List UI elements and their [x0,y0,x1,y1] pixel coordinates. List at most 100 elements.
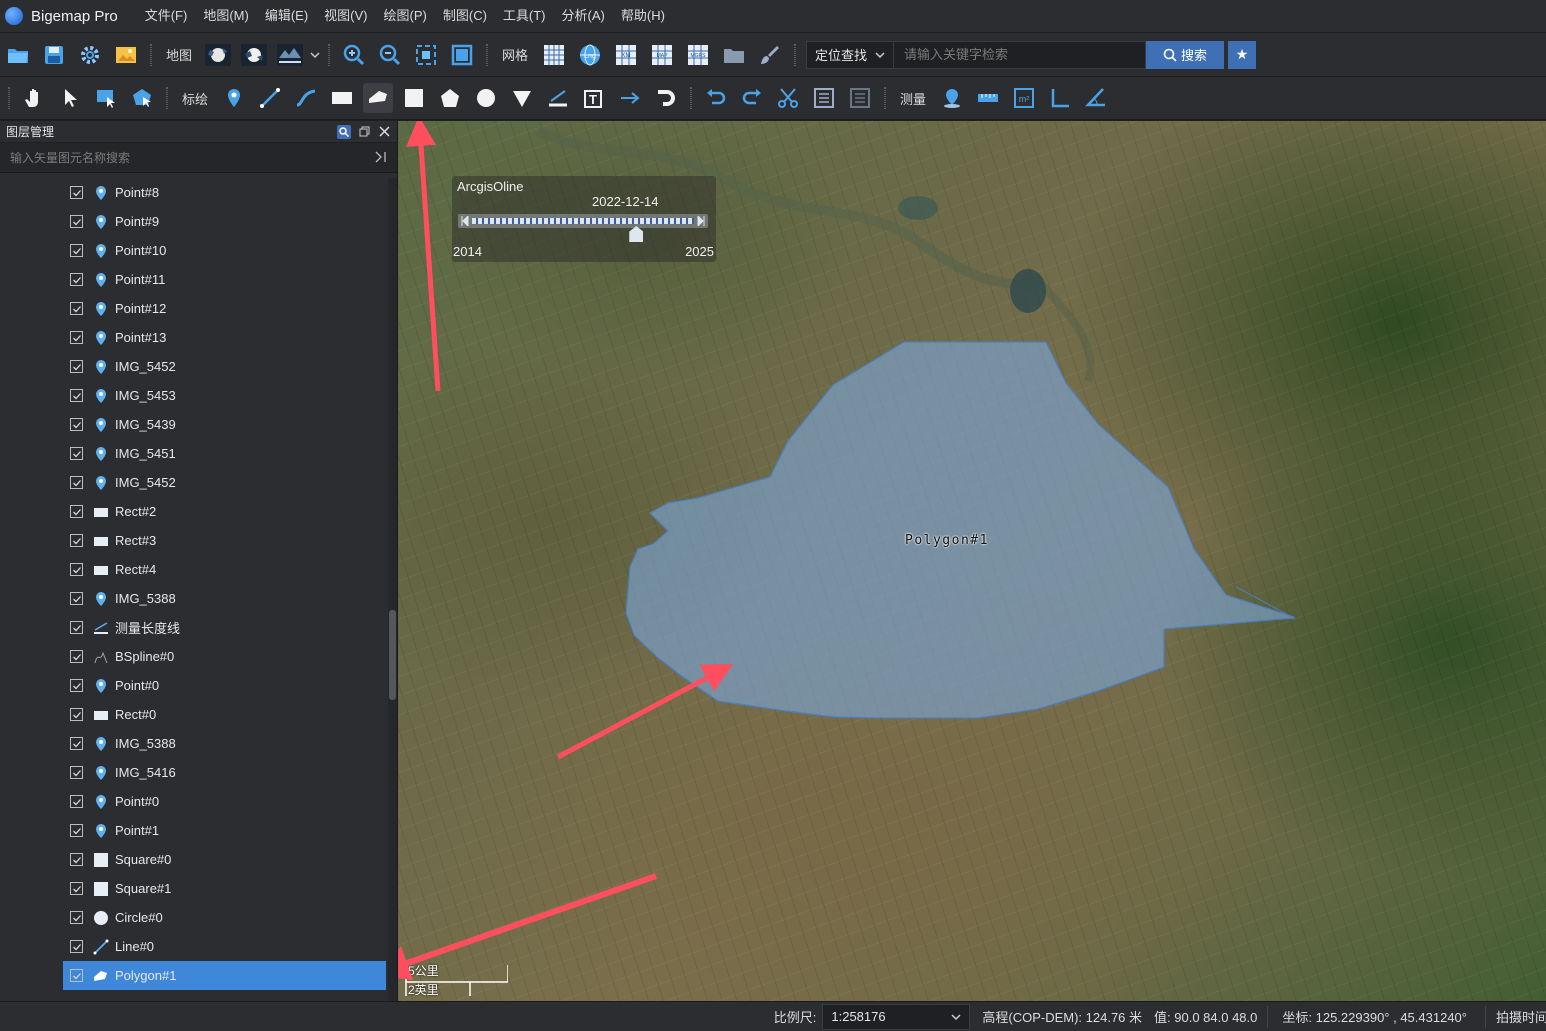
draw-pentagon-icon[interactable] [435,83,465,113]
layer-item[interactable]: IMG_5388 [0,729,388,758]
layer-visibility-checkbox[interactable] [70,505,83,518]
zoom-extent-icon[interactable] [411,40,441,70]
draw-circle-icon[interactable] [471,83,501,113]
draw-line-icon[interactable] [255,83,285,113]
layer-visibility-checkbox[interactable] [70,650,83,663]
layer-search-input[interactable] [10,150,350,165]
draw-measure-line-icon[interactable] [543,83,573,113]
menu-edit[interactable]: 编辑(E) [257,0,316,32]
measure-height-icon[interactable] [1045,83,1075,113]
layer-visibility-checkbox[interactable] [70,563,83,576]
grid-mapsheet-icon[interactable]: MAP [647,40,677,70]
layer-item[interactable]: Square#0 [0,845,388,874]
menu-file[interactable]: 文件(F) [137,0,196,32]
draw-arrow-icon[interactable] [615,83,645,113]
draw-bend-arrow-icon[interactable] [651,83,681,113]
measure-coordinate-icon[interactable] [937,83,967,113]
layer-item[interactable]: BSpline#0 [0,642,388,671]
image-icon[interactable] [111,40,141,70]
draw-curve-icon[interactable] [291,83,321,113]
layer-visibility-checkbox[interactable] [70,795,83,808]
draw-sector-icon[interactable] [507,83,537,113]
layer-visibility-checkbox[interactable] [70,244,83,257]
layer-visibility-checkbox[interactable] [70,940,83,953]
layer-visibility-checkbox[interactable] [70,476,83,489]
grid-mgrs-icon[interactable]: MGRS [683,40,713,70]
grid-icon[interactable] [539,40,569,70]
layer-item[interactable]: Polygon#1 [63,961,386,990]
layer-list-scrollbar[interactable] [388,178,397,1001]
keyword-search-input[interactable] [894,40,1147,69]
map-thumb-2-icon[interactable] [239,40,269,70]
menu-help[interactable]: 帮助(H) [613,0,673,32]
layer-visibility-checkbox[interactable] [70,186,83,199]
layer-item[interactable]: Rect#3 [0,526,388,555]
layer-item[interactable]: Rect#0 [0,700,388,729]
settings-gear-icon[interactable] [75,40,105,70]
open-folder-icon[interactable] [3,40,33,70]
collapse-panel-icon[interactable] [375,150,387,166]
layer-item[interactable]: IMG_5453 [0,381,388,410]
folder-gray-icon[interactable] [719,40,749,70]
layer-visibility-checkbox[interactable] [70,534,83,547]
layer-item[interactable]: Point#1 [0,816,388,845]
favorite-star-icon[interactable]: ★ [1228,40,1257,69]
locate-select[interactable]: 定位查找 [806,40,895,69]
scale-select[interactable]: 1:258176 [822,1003,971,1030]
map-thumb-3-icon[interactable] [275,40,305,70]
layer-item[interactable]: IMG_5416 [0,758,388,787]
layer-visibility-checkbox[interactable] [70,737,83,750]
scrollbar-thumb[interactable] [389,610,396,700]
layer-item[interactable]: Rect#2 [0,497,388,526]
map-dropdown-chevron-icon[interactable] [308,40,322,70]
globe-lng-icon[interactable]: Lng [575,40,605,70]
draw-square-icon[interactable] [399,83,429,113]
layer-item[interactable]: Line#0 [0,932,388,961]
measure-angle-icon[interactable] [1081,83,1111,113]
menu-draw[interactable]: 绘图(P) [376,0,435,32]
layer-item[interactable]: IMG_5388 [0,584,388,613]
layer-visibility-checkbox[interactable] [70,621,83,634]
save-icon[interactable] [39,40,69,70]
layer-item[interactable]: Point#8 [0,178,388,207]
layer-visibility-checkbox[interactable] [70,360,83,373]
layer-visibility-checkbox[interactable] [70,447,83,460]
layer-visibility-checkbox[interactable] [70,969,83,982]
zoom-in-icon[interactable] [339,40,369,70]
select-box-icon[interactable] [91,83,121,113]
map-view[interactable]: ArcgisOline 2022-12-14 2014 2025 Polygon… [398,121,1546,1001]
layer-visibility-checkbox[interactable] [70,911,83,924]
layer-visibility-checkbox[interactable] [70,708,83,721]
layer-item[interactable]: Point#9 [0,207,388,236]
layer-item[interactable]: IMG_5439 [0,410,388,439]
cut-scissors-icon[interactable] [773,83,803,113]
layer-visibility-checkbox[interactable] [70,273,83,286]
layer-visibility-checkbox[interactable] [70,302,83,315]
layer-visibility-checkbox[interactable] [70,418,83,431]
layer-item[interactable]: 测量长度线 [0,613,388,642]
layer-item[interactable]: Point#12 [0,294,388,323]
layer-visibility-checkbox[interactable] [70,882,83,895]
measure-distance-icon[interactable] [973,83,1003,113]
menu-map[interactable]: 地图(M) [195,0,257,32]
redo-icon[interactable] [737,83,767,113]
layer-item[interactable]: Point#10 [0,236,388,265]
layer-visibility-checkbox[interactable] [70,389,83,402]
layer-visibility-checkbox[interactable] [70,766,83,779]
menu-cartography[interactable]: 制图(C) [435,0,495,32]
layer-item[interactable]: Point#11 [0,265,388,294]
layer-item[interactable]: Circle#0 [0,903,388,932]
draw-point-icon[interactable] [219,83,249,113]
layer-visibility-checkbox[interactable] [70,853,83,866]
panel-close-icon[interactable] [377,125,391,139]
attribute-table-icon[interactable] [845,83,875,113]
menu-analysis[interactable]: 分析(A) [554,0,613,32]
layer-item[interactable]: Point#13 [0,323,388,352]
layer-visibility-checkbox[interactable] [70,824,83,837]
layer-item[interactable]: Point#0 [0,671,388,700]
layer-item[interactable]: IMG_5452 [0,352,388,381]
layer-visibility-checkbox[interactable] [70,331,83,344]
layer-item[interactable]: IMG_5451 [0,439,388,468]
grid-km-icon[interactable]: KM [611,40,641,70]
undo-icon[interactable] [701,83,731,113]
